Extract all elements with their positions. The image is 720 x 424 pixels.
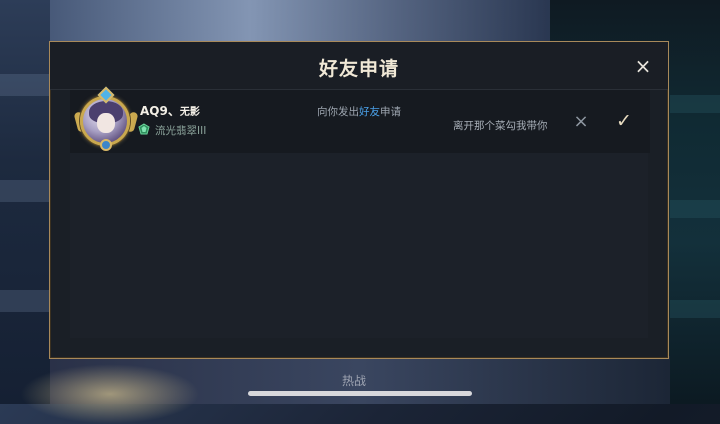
friend-request-row: AQ9、无影 流光翡翠III 向你发出好友申请 离开那个菜勾我带你 × ✓ <box>70 86 650 153</box>
player-name-main: AQ9、 <box>140 104 180 118</box>
dialog-body: AQ9、无影 流光翡翠III 向你发出好友申请 离开那个菜勾我带你 × ✓ <box>70 86 650 338</box>
background-left-panel <box>0 0 50 404</box>
background-right-item <box>670 300 720 318</box>
dialog-title: 好友申请 <box>318 58 399 80</box>
rank-label: 流光翡翠III <box>155 125 207 137</box>
background-left-item <box>0 74 50 96</box>
background-top-art <box>50 0 550 44</box>
close-icon: × <box>634 54 652 78</box>
dialog-header: 好友申请 × <box>50 42 668 90</box>
request-highlight: 好友 <box>359 106 380 118</box>
player-name-suffix: 无影 <box>179 107 200 118</box>
checkmark-icon: ✓ <box>616 110 632 132</box>
rank-emerald-icon <box>138 123 150 135</box>
background-right-item <box>670 200 720 218</box>
reject-button[interactable]: × <box>572 113 590 131</box>
request-message: 离开那个菜勾我带你 <box>453 120 548 132</box>
request-suffix: 申请 <box>380 106 401 118</box>
request-prefix: 向你发出 <box>317 106 359 118</box>
friend-request-dialog: 好友申请 × AQ9、无影 流光翡翠III 向你发出好友申请 离开那个菜勾我带你… <box>49 41 669 359</box>
home-indicator[interactable] <box>248 391 472 396</box>
background-left-item <box>0 180 50 202</box>
request-description: 向你发出好友申请 <box>317 104 401 119</box>
accept-button[interactable]: ✓ <box>614 111 634 131</box>
background-bottom-label: 热战 <box>342 374 367 388</box>
avatar[interactable] <box>73 86 139 151</box>
reject-icon: × <box>573 111 589 132</box>
close-button[interactable]: × <box>632 55 654 77</box>
player-name: AQ9、无影 <box>140 102 200 119</box>
background-right-item <box>670 95 720 113</box>
avatar-face <box>97 113 115 133</box>
avatar-bottom-gem-icon <box>100 139 112 151</box>
background-left-item <box>0 290 50 312</box>
background-glow <box>20 364 200 424</box>
